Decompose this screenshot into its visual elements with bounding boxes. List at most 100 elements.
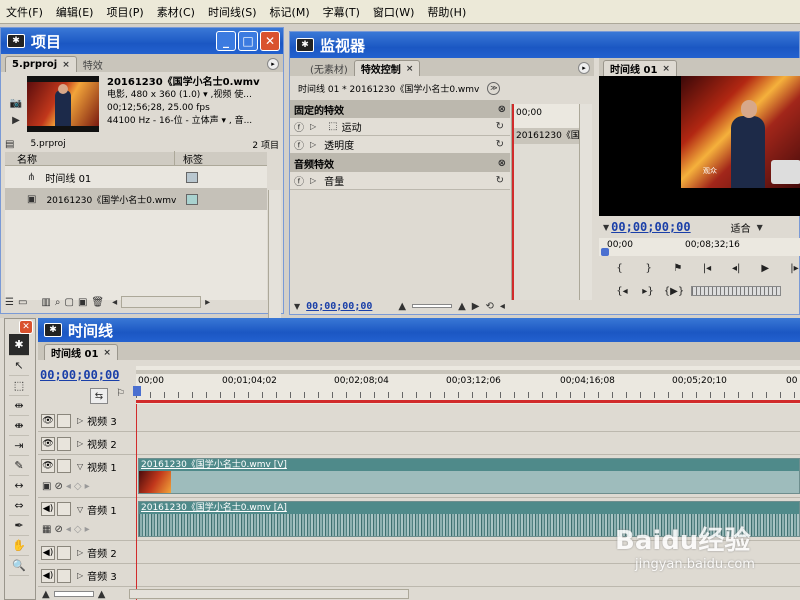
- menu-help[interactable]: 帮助(H): [427, 4, 466, 20]
- collapse-icon[interactable]: ⊗: [498, 158, 506, 169]
- fx-playhead[interactable]: [512, 104, 514, 300]
- close-icon[interactable]: ×: [103, 348, 111, 358]
- lock-icon[interactable]: [57, 459, 71, 473]
- mark-out-icon[interactable]: }: [642, 259, 655, 277]
- menu-clip[interactable]: 素材(C): [157, 4, 195, 20]
- menu-project[interactable]: 项目(P): [106, 4, 143, 20]
- bin-icon[interactable]: ▢: [64, 297, 73, 308]
- prev-keyframe-icon[interactable]: ◂: [66, 481, 71, 492]
- camera-icon[interactable]: 📷: [10, 98, 22, 109]
- timeline-timecode[interactable]: 00;00;00;00: [40, 368, 119, 382]
- expand-arrow-icon[interactable]: ▷: [310, 176, 316, 185]
- tab-sequence-01[interactable]: 时间线 01 ×: [44, 344, 118, 360]
- rate-stretch-tool-icon[interactable]: ⇥: [9, 436, 29, 456]
- icon-view-icon[interactable]: ▭: [18, 297, 27, 308]
- lock-icon[interactable]: [57, 568, 71, 583]
- tab-effect-controls[interactable]: 特效控制 ×: [353, 60, 421, 76]
- go-to-in-icon[interactable]: |◂: [700, 259, 713, 277]
- display-style-icon[interactable]: ▣: [42, 481, 51, 492]
- collapse-icon[interactable]: ⊗: [498, 104, 506, 115]
- maximize-icon[interactable]: □: [238, 31, 258, 51]
- new-item-icon[interactable]: ▣: [78, 297, 87, 308]
- play-icon[interactable]: ▶: [759, 259, 772, 277]
- zoom-in-icon[interactable]: ▲: [98, 589, 106, 600]
- add-keyframe-icon[interactable]: ◇: [74, 481, 82, 492]
- toggle-timeline-icon[interactable]: ≫: [487, 81, 501, 95]
- step-forward-icon[interactable]: |▸: [788, 259, 800, 277]
- horizontal-scrollbar[interactable]: [121, 296, 202, 308]
- slide-tool-icon[interactable]: ⇔: [9, 496, 29, 516]
- ripple-edit-tool-icon[interactable]: ⇹: [9, 396, 29, 416]
- razor-tool-icon[interactable]: ✎: [9, 456, 29, 476]
- eye-icon[interactable]: 👁: [41, 459, 55, 473]
- program-timecode[interactable]: 00;00;00;00: [611, 220, 690, 234]
- fx-volume-row[interactable]: ⓕ ▷ 音量 ↻: [290, 172, 510, 190]
- eye-icon[interactable]: 👁: [41, 436, 55, 451]
- scroll-left-icon[interactable]: ◂: [112, 297, 117, 308]
- fx-toggle-icon[interactable]: ⓕ: [294, 173, 304, 188]
- close-icon[interactable]: ×: [406, 64, 414, 74]
- scroll-left-icon[interactable]: ◂: [500, 301, 505, 312]
- col-name[interactable]: 名称: [5, 151, 175, 166]
- zoom-out-icon[interactable]: ▲: [398, 301, 406, 312]
- expand-arrow-icon[interactable]: ▷: [77, 571, 83, 580]
- collapse-arrow-icon[interactable]: ▽: [77, 505, 83, 514]
- add-keyframe-icon[interactable]: ◇: [74, 524, 82, 535]
- reset-icon[interactable]: ↻: [496, 121, 504, 132]
- tab-program-sequence[interactable]: 时间线 01 ×: [603, 60, 677, 76]
- menu-file[interactable]: 文件(F): [6, 4, 43, 20]
- list-view-icon[interactable]: ☰: [5, 297, 14, 308]
- track-select-tool-icon[interactable]: ⬚: [9, 376, 29, 396]
- go-in-icon[interactable]: {◂: [613, 282, 631, 300]
- fx-opacity-row[interactable]: ⓕ ▷ 透明度 ↻: [290, 136, 510, 154]
- expand-arrow-icon[interactable]: ▷: [77, 548, 83, 557]
- fx-toggle-icon[interactable]: ⓕ: [294, 119, 304, 134]
- trash-icon[interactable]: 🗑: [91, 297, 104, 308]
- menu-edit[interactable]: 编辑(E): [56, 4, 94, 20]
- col-label[interactable]: 标签: [175, 151, 203, 166]
- zoom-out-icon[interactable]: ▲: [42, 589, 50, 600]
- play-icon[interactable]: ▶: [12, 115, 20, 126]
- menu-marker[interactable]: 标记(M): [270, 4, 310, 20]
- hand-tool-icon[interactable]: ✋: [9, 536, 29, 556]
- list-item[interactable]: ▣ 20161230《国学小名士0.wmv: [5, 188, 267, 210]
- panel-menu-icon[interactable]: ▸: [267, 58, 279, 70]
- mark-in-icon[interactable]: {: [613, 259, 626, 277]
- chevron-down-icon[interactable]: ▼: [757, 223, 763, 232]
- fx-scrollbar[interactable]: [579, 104, 592, 300]
- tab-no-clip[interactable]: (无素材): [304, 60, 354, 76]
- selection-tool-icon[interactable]: ↖: [9, 356, 29, 376]
- next-keyframe-icon[interactable]: ▸: [85, 481, 90, 492]
- expand-arrow-icon[interactable]: ▷: [310, 122, 316, 131]
- fx-timecode[interactable]: 00;00;00;00: [306, 301, 372, 312]
- jog-shuttle[interactable]: [691, 286, 781, 296]
- find-icon[interactable]: ⌕: [55, 297, 61, 308]
- scroll-right-icon[interactable]: ▸: [205, 297, 210, 308]
- timeline-playhead-icon[interactable]: [133, 386, 141, 396]
- program-ruler[interactable]: 00;00 00;08;32;16: [599, 238, 800, 256]
- close-icon[interactable]: ✕: [19, 320, 33, 334]
- lock-icon[interactable]: [57, 502, 71, 516]
- next-keyframe-icon[interactable]: ▸: [85, 524, 90, 535]
- loop-icon[interactable]: ⟲: [486, 301, 494, 312]
- pen-tool-icon[interactable]: ✒: [9, 516, 29, 536]
- close-icon[interactable]: ✕: [260, 31, 280, 51]
- fx-mini-clip[interactable]: 20161230《国学: [512, 128, 579, 144]
- dropdown-arrow-icon[interactable]: ▼: [294, 302, 300, 311]
- automate-icon[interactable]: ▥: [41, 297, 50, 308]
- close-icon[interactable]: ×: [662, 64, 670, 74]
- slip-tool-icon[interactable]: ↔: [9, 476, 29, 496]
- minimize-icon[interactable]: _: [216, 31, 236, 51]
- show-keyframes-icon[interactable]: ⊘: [54, 481, 62, 492]
- rolling-edit-tool-icon[interactable]: ⇼: [9, 416, 29, 436]
- fit-dropdown[interactable]: 适合: [731, 220, 751, 235]
- zoom-in-icon[interactable]: ▲: [458, 301, 466, 312]
- expand-arrow-icon[interactable]: ▷: [77, 439, 83, 448]
- timeline-ruler[interactable]: 00;00 00;01;04;02 00;02;08;04 00;03;12;0…: [133, 366, 800, 404]
- tab-effects[interactable]: 特效: [77, 56, 109, 72]
- program-playhead-icon[interactable]: [601, 248, 609, 256]
- speaker-icon[interactable]: ◀): [41, 545, 55, 560]
- expand-arrow-icon[interactable]: ▷: [310, 140, 316, 149]
- speaker-icon[interactable]: ◀): [41, 502, 55, 516]
- waveform-toggle-icon[interactable]: ▦: [42, 524, 51, 535]
